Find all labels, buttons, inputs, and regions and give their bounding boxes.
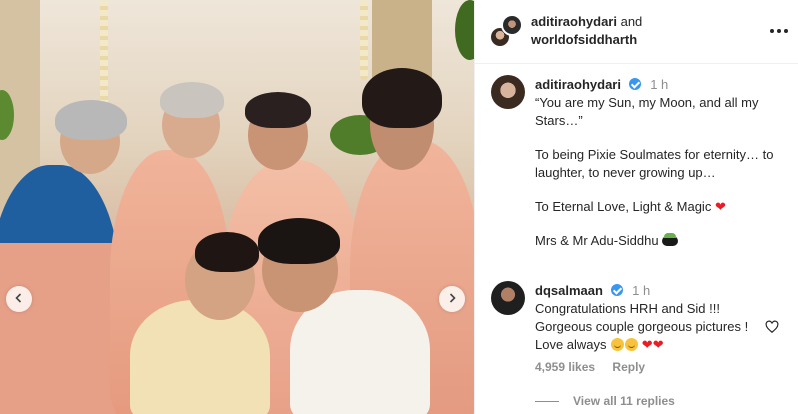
photo-person-hair bbox=[55, 100, 127, 140]
photo-bride bbox=[130, 300, 270, 414]
verified-badge-icon bbox=[628, 78, 641, 90]
verified-badge-icon bbox=[610, 284, 623, 296]
photo-groom-hair bbox=[258, 218, 340, 264]
comment-text: Congratulations HRH and Sid !!! bbox=[535, 301, 720, 316]
post-details-panel: aditiraohydari and worldofsiddharth adit… bbox=[474, 0, 798, 414]
photo-leaves bbox=[455, 0, 474, 60]
heart-outline-icon bbox=[765, 320, 779, 338]
comment-timestamp[interactable]: 1 h bbox=[632, 283, 650, 298]
caption-username-link[interactable]: aditiraohydari bbox=[535, 77, 621, 92]
post-header: aditiraohydari and worldofsiddharth bbox=[475, 0, 798, 64]
photo-garland bbox=[360, 0, 368, 80]
caption-line: To Eternal Love, Light & Magic bbox=[535, 199, 712, 214]
like-comment-button[interactable] bbox=[765, 320, 779, 334]
caption-timestamp[interactable]: 1 h bbox=[650, 77, 668, 92]
more-horizontal-icon bbox=[777, 29, 781, 33]
avatar[interactable] bbox=[491, 281, 525, 315]
collab-username-link[interactable]: worldofsiddharth bbox=[531, 32, 637, 47]
more-options-button[interactable] bbox=[767, 19, 791, 43]
red-heart-emoji-icon: ❤ bbox=[641, 337, 653, 352]
photo-bride-hair bbox=[195, 232, 259, 272]
red-heart-emoji-icon: ❤ bbox=[652, 337, 664, 352]
comment-body: dqsalmaan 1 h Congratulations HRH and Si… bbox=[535, 282, 755, 354]
avatar[interactable] bbox=[491, 75, 525, 109]
avatar bbox=[501, 14, 523, 36]
red-heart-emoji-icon: ❤ bbox=[714, 199, 726, 214]
photo-person-hair bbox=[160, 82, 224, 118]
divider bbox=[535, 400, 559, 402]
view-replies-button[interactable]: View all 11 replies bbox=[535, 394, 675, 408]
comment-likes-count[interactable]: 4,959 likes bbox=[535, 360, 595, 374]
caption-line: Mrs & Mr Adu-Siddhu bbox=[535, 233, 659, 248]
chevron-left-icon bbox=[13, 292, 25, 307]
post-photo[interactable] bbox=[0, 0, 474, 414]
comment-username-link[interactable]: dqsalmaan bbox=[535, 283, 603, 298]
collab-usernames: aditiraohydari and worldofsiddharth bbox=[531, 13, 751, 49]
more-horizontal-icon bbox=[784, 29, 788, 33]
caption-body: aditiraohydari 1 h “You are my Sun, my M… bbox=[535, 76, 785, 250]
more-horizontal-icon bbox=[770, 29, 774, 33]
carousel-next-button[interactable] bbox=[439, 286, 465, 312]
photo-person-hair bbox=[245, 92, 311, 128]
comment-meta: 4,959 likes Reply bbox=[535, 360, 645, 374]
chevron-right-icon bbox=[446, 292, 458, 307]
caption-line: “You are my Sun, my Moon, and all my Sta… bbox=[535, 95, 759, 128]
author-username-link[interactable]: aditiraohydari bbox=[531, 14, 617, 29]
sunglasses-emoji-icon bbox=[662, 233, 679, 246]
smiling-face-emoji-icon bbox=[625, 338, 639, 351]
and-text: and bbox=[620, 14, 643, 29]
photo-person-hair bbox=[362, 68, 442, 128]
view-replies-label: View all 11 replies bbox=[573, 394, 675, 408]
carousel-prev-button[interactable] bbox=[6, 286, 32, 312]
smiling-face-emoji-icon bbox=[611, 338, 625, 351]
caption-line: To being Pixie Soulmates for eternity… t… bbox=[535, 147, 774, 180]
collab-avatars[interactable] bbox=[489, 14, 523, 48]
reply-button[interactable]: Reply bbox=[612, 360, 645, 374]
